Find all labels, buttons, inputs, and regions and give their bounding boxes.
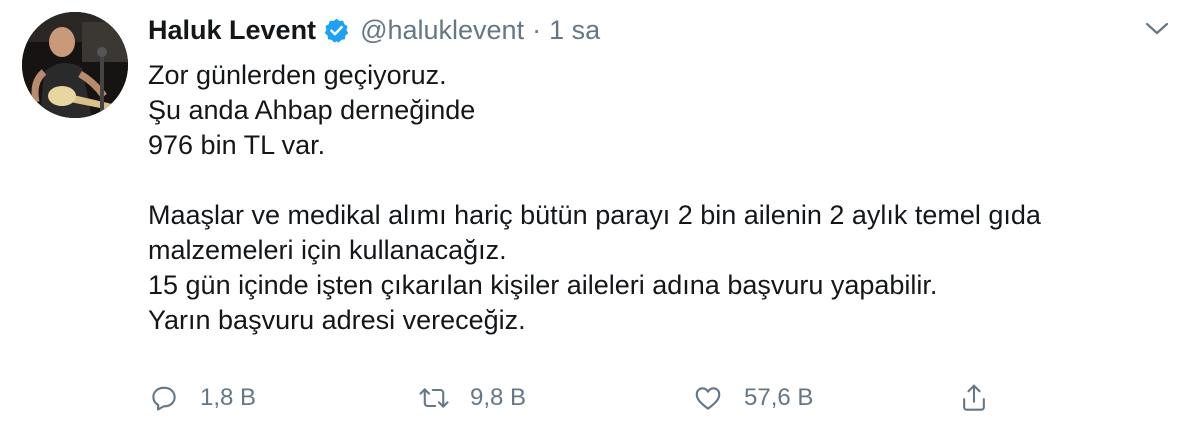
tweet-text: Zor günlerden geçiyoruz. Şu anda Ahbap d…	[148, 58, 1158, 338]
tweet-text-line: 15 gün içinde işten çıkarılan kişiler ai…	[148, 270, 938, 300]
chevron-down-icon	[1145, 22, 1169, 35]
retweet-count: 9,8 B	[470, 384, 527, 411]
tweet-text-line: Maaşlar ve medikal alımı hariç bütün par…	[148, 200, 1041, 230]
like-count: 57,6 B	[744, 384, 814, 411]
display-name[interactable]: Haluk Levent	[148, 15, 316, 46]
tweet-text-line: Zor günlerden geçiyoruz.	[148, 60, 447, 90]
avatar[interactable]	[22, 12, 128, 118]
tweet-card[interactable]: Haluk Levent @haluklevent · 1 sa Zor gün…	[0, 0, 1192, 436]
retweet-icon	[418, 382, 450, 414]
avatar-image	[22, 12, 128, 118]
separator-dot: ·	[532, 14, 542, 45]
more-options-button[interactable]	[1140, 14, 1174, 44]
share-button[interactable]	[958, 376, 990, 420]
tweet-actions: 1,8 B 9,8 B 57,6 B	[148, 376, 1008, 420]
share-icon	[958, 382, 990, 414]
user-handle[interactable]: @haluklevent	[360, 15, 524, 46]
reply-button[interactable]: 1,8 B	[148, 376, 256, 420]
tweet-text-line: Yarın başvuru adresi vereceğiz.	[148, 305, 526, 335]
reply-icon	[148, 382, 180, 414]
tweet-text-line: Şu anda Ahbap derneğinde	[148, 95, 476, 125]
tweet-text-line: 976 bin TL var.	[148, 130, 326, 160]
tweet-text-line: malzemeleri için kullanacağız.	[148, 235, 507, 265]
retweet-button[interactable]: 9,8 B	[418, 376, 526, 420]
heart-icon	[692, 382, 724, 414]
reply-count: 1,8 B	[200, 384, 257, 411]
tweet-text-line	[148, 163, 1158, 198]
tweet-timestamp[interactable]: 1 sa	[549, 15, 600, 46]
tweet-header: Haluk Levent @haluklevent · 1 sa	[148, 12, 600, 48]
verified-badge-icon	[323, 17, 350, 44]
like-button[interactable]: 57,6 B	[692, 376, 813, 420]
